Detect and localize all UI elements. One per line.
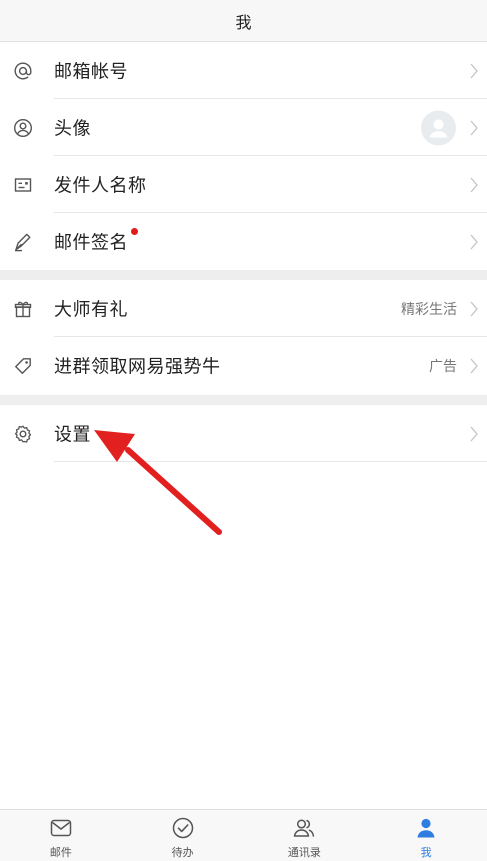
unread-badge [131,228,138,235]
row-label: 邮件签名 [54,231,128,253]
account-group: 邮箱帐号 头像 发件人名称 邮件签名 [0,42,487,270]
id-card-icon [13,175,33,195]
row-settings[interactable]: 设置 [0,405,487,462]
row-label: 邮箱帐号 [54,60,128,82]
chevron-right-icon [469,234,479,250]
row-group-promo[interactable]: 进群领取网易强势牛 广告 [0,337,487,395]
user-circle-icon [13,118,33,138]
contacts-icon [294,819,315,837]
tab-label: 邮件 [49,846,72,859]
section-separator [0,270,487,280]
row-value: 精彩生活 [401,301,457,318]
top-header: 我 [0,0,487,42]
row-signature[interactable]: 邮件签名 [0,213,487,270]
at-icon [13,61,33,81]
row-value: 广告 [429,359,457,375]
chevron-right-icon [469,358,479,374]
gear-icon [13,424,33,444]
tab-label: 通讯录 [287,846,321,859]
page-title: 我 [235,12,252,32]
row-master-gift[interactable]: 大师有礼 精彩生活 [0,280,487,337]
chevron-right-icon [469,120,479,136]
row-divider [54,461,487,462]
row-label: 头像 [54,117,91,139]
avatar[interactable] [421,110,456,145]
tab-label: 待办 [171,846,194,859]
mail-icon [50,819,72,837]
chevron-right-icon [469,301,479,317]
tag-icon [13,356,33,376]
row-avatar[interactable]: 头像 [0,99,487,156]
gift-icon [13,299,33,319]
tab-todo[interactable]: 待办 [122,810,244,861]
tab-me[interactable]: 我 [365,810,487,861]
row-sender-name[interactable]: 发件人名称 [0,156,487,213]
bottom-tab-bar: 邮件 待办 通讯录 我 [0,809,487,861]
settings-group: 设置 [0,405,487,462]
chevron-right-icon [469,426,479,442]
tab-label: 我 [420,846,432,859]
row-label: 进群领取网易强势牛 [54,356,221,378]
row-label: 大师有礼 [54,298,128,320]
chevron-right-icon [469,63,479,79]
tab-mail[interactable]: 邮件 [0,810,122,861]
person-icon [417,818,435,838]
row-label: 设置 [54,423,91,445]
row-mail-account[interactable]: 邮箱帐号 [0,42,487,99]
promo-group: 大师有礼 精彩生活 进群领取网易强势牛 广告 [0,280,487,395]
chevron-right-icon [469,177,479,193]
check-circle-icon [172,817,193,839]
row-label: 发件人名称 [54,174,147,196]
pen-icon [13,232,33,252]
section-separator [0,395,487,405]
tab-contacts[interactable]: 通讯录 [244,810,366,861]
